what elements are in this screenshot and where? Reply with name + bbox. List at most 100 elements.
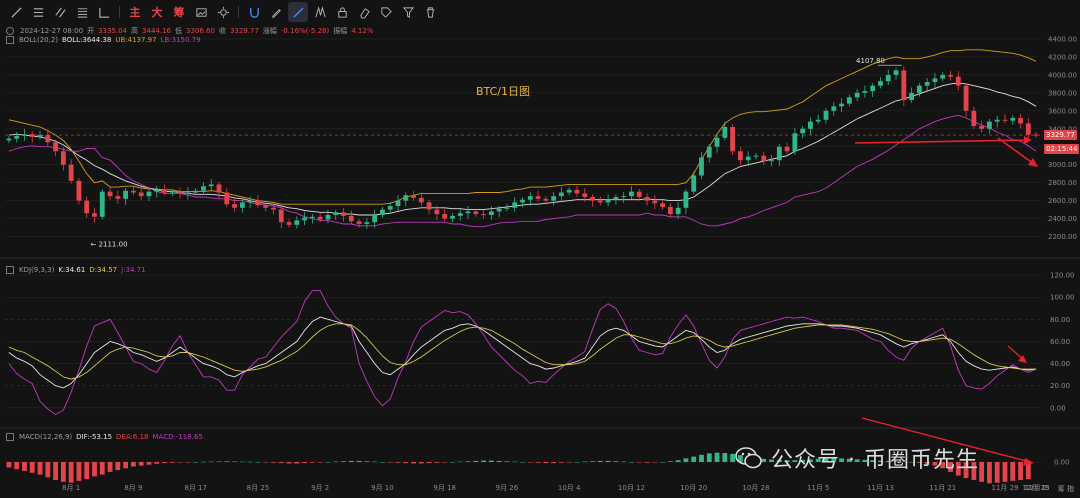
macd-bar — [185, 462, 191, 463]
candle-body — [434, 209, 440, 215]
candle-body — [239, 202, 245, 208]
macd-bar — [162, 462, 167, 464]
candle-body — [722, 126, 728, 138]
macd-bar — [232, 461, 237, 462]
macd-bar — [76, 462, 82, 481]
candle-body — [597, 200, 603, 203]
macd-bar — [216, 461, 222, 462]
y-tick-label: 2200.00 — [1048, 233, 1077, 241]
lock-icon[interactable] — [332, 2, 352, 22]
kdj-tick-label: 80.00 — [1050, 316, 1070, 324]
macd-bar — [994, 462, 1000, 483]
macd-bar — [496, 460, 502, 462]
high-annotation: 4107.80 — [856, 57, 885, 65]
x-tick-label: 9月 26 — [496, 484, 519, 492]
macd-bar — [551, 462, 557, 464]
kdj-tick-label: 120.00 — [1050, 272, 1075, 280]
macd-bar — [380, 462, 385, 463]
candle-body — [916, 85, 922, 93]
y-tick-label: 4000.00 — [1048, 71, 1077, 79]
chart-canvas[interactable]: 4400.004200.004000.003800.003600.003400.… — [0, 0, 1080, 498]
candle-body — [68, 164, 74, 181]
parallel-lines-icon[interactable] — [50, 2, 70, 22]
macd-bar — [317, 462, 323, 463]
pattern-icon[interactable] — [310, 2, 330, 22]
macd-bar — [722, 453, 728, 462]
x-tick-label: 10月 28 — [742, 484, 769, 492]
candle-body — [846, 97, 852, 104]
open-value: 3335.04 — [98, 27, 128, 35]
measure-icon[interactable] — [94, 2, 114, 22]
candle-body — [1018, 118, 1023, 124]
indicator-settings-icon[interactable] — [6, 266, 14, 274]
boll-mid: BOLL:3644.38 — [62, 36, 112, 44]
macd-bar — [68, 462, 74, 483]
x-tick-label: 8月 17 — [184, 484, 207, 492]
pen-icon[interactable] — [266, 2, 286, 22]
macd-bar — [403, 462, 409, 464]
candle-body — [395, 200, 401, 206]
macd-bar — [520, 462, 525, 463]
macd-bar — [271, 462, 276, 463]
boll-lower-line — [8, 114, 1037, 228]
toolbar: 主 大 筹 — [0, 0, 1080, 24]
candle-body — [496, 208, 502, 212]
kdj-tick-label: 60.00 — [1050, 338, 1070, 346]
candle-body — [169, 191, 175, 193]
tag-icon[interactable] — [376, 2, 396, 22]
boll-lb: LB:3150.79 — [160, 36, 201, 44]
kdj-j: J:34.71 — [121, 266, 146, 274]
macd-bar — [481, 460, 487, 462]
indicator-settings-icon[interactable] — [6, 36, 14, 44]
main-chart-label: 主 — [129, 6, 141, 19]
ohlc-legend: 2024-12-27 08:00 开 3335.04 高 3444.16 低 3306… — [6, 26, 374, 36]
macd-bar — [590, 461, 595, 462]
candle-body — [652, 200, 658, 204]
candle-body — [885, 74, 891, 82]
last-price-tag: 3329.77 — [1044, 130, 1077, 140]
draw-line-icon[interactable] — [288, 2, 308, 22]
candle-body — [488, 211, 494, 215]
fib-icon[interactable] — [72, 2, 92, 22]
macd-bar — [488, 460, 494, 462]
x-tick-label: 11月 5 — [807, 484, 830, 492]
eye-icon[interactable] — [6, 27, 14, 35]
macd-bar — [987, 462, 992, 484]
low-annotation: ← 2111.00 — [90, 241, 127, 249]
line-tool-icon[interactable] — [6, 2, 26, 22]
settings-icon[interactable] — [213, 2, 233, 22]
low-value: 3306.60 — [186, 27, 215, 35]
trash-icon[interactable] — [420, 2, 440, 22]
macd-bar — [504, 461, 510, 462]
x-tick-label: 9月 10 — [371, 484, 394, 492]
x-tick-label: 8月 9 — [124, 484, 142, 492]
candle-body — [566, 189, 572, 193]
candle-body — [286, 222, 292, 225]
chip-button[interactable]: 筹 — [169, 2, 189, 22]
candle-body — [403, 195, 409, 201]
magnet-icon[interactable] — [244, 2, 264, 22]
candle-body — [636, 191, 642, 198]
indicator-settings-icon[interactable] — [6, 433, 14, 441]
candle-body — [932, 78, 938, 83]
red-arrow-head — [1028, 158, 1038, 167]
candle-body — [706, 146, 712, 158]
candle-body — [348, 215, 354, 222]
watermark-text: 公众号 · 币圈币先生 — [771, 448, 979, 473]
big-chart-button[interactable]: 大 — [147, 2, 167, 22]
macd-bar — [29, 462, 35, 473]
candle-body — [753, 155, 759, 157]
main-chart-button[interactable]: 主 — [125, 2, 145, 22]
candle-body — [535, 196, 541, 199]
macd-bar — [465, 461, 471, 462]
kdj-tick-label: 40.00 — [1050, 360, 1070, 368]
horizontal-lines-icon[interactable] — [28, 2, 48, 22]
macd-dif: DIF:-53.15 — [76, 433, 113, 441]
macd-bar — [652, 462, 658, 463]
image-icon[interactable] — [191, 2, 211, 22]
macd-bar — [714, 452, 720, 462]
filter-icon[interactable] — [398, 2, 418, 22]
macd-bar — [683, 458, 689, 462]
x-tick-label: 11月 13 — [867, 484, 894, 492]
eraser-icon[interactable] — [354, 2, 374, 22]
